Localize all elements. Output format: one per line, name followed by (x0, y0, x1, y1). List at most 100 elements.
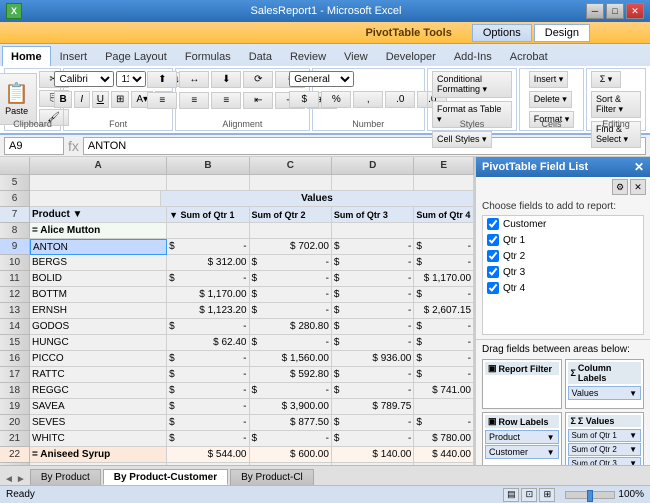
row-num-17[interactable]: 17 (0, 367, 30, 383)
cell-a17[interactable]: RATTC (30, 367, 167, 383)
cell-b6-values[interactable]: Values (161, 191, 474, 207)
cell-c14[interactable]: $ 280.80 (250, 319, 332, 335)
col-header-d[interactable]: D (332, 157, 414, 175)
pivot-field-qtr2-checkbox[interactable] (487, 250, 499, 262)
decrease-indent-button[interactable]: ⇤ (243, 92, 273, 109)
cell-e19[interactable] (414, 399, 474, 415)
cell-c7-qtr2[interactable]: Sum of Qtr 2 (250, 207, 332, 223)
cell-e16[interactable]: $- (414, 351, 474, 367)
row-num-20[interactable]: 20 (0, 415, 30, 431)
cell-a16[interactable]: PICCO (30, 351, 167, 367)
values-qtr3-dropdown[interactable]: ▼ (629, 459, 637, 465)
col-header-b[interactable]: B (167, 157, 249, 175)
zoom-slider-thumb[interactable] (587, 490, 593, 502)
cell-e22[interactable]: $ 440.00 (414, 447, 474, 463)
cell-e12[interactable]: $- (414, 287, 474, 303)
underline-button[interactable]: U (92, 91, 109, 108)
cell-d11[interactable]: $- (332, 271, 414, 287)
col-header-a[interactable]: A (30, 157, 167, 175)
row-product-dropdown[interactable]: ▼ (547, 433, 555, 442)
maximize-button[interactable]: □ (606, 3, 624, 19)
cell-e8[interactable] (414, 223, 474, 239)
cell-a23[interactable]: = Boston Crab Meat (30, 463, 167, 465)
increase-decimal-button[interactable]: .0 (385, 91, 415, 108)
pivot-tab-design[interactable]: Design (534, 24, 590, 42)
cell-b20[interactable]: $- (167, 415, 249, 431)
align-center-button[interactable]: ≡ (179, 92, 209, 109)
row-num-10[interactable]: 10 (0, 255, 30, 271)
row-num-8[interactable]: 8 (0, 223, 30, 239)
cell-e9[interactable]: $- (414, 239, 474, 255)
percent-button[interactable]: % (321, 91, 351, 108)
cell-d7-qtr3[interactable]: Sum of Qtr 3 (332, 207, 414, 223)
cell-d20[interactable]: $- (332, 415, 414, 431)
column-values-item[interactable]: Values ▼ (568, 386, 642, 400)
tab-home[interactable]: Home (2, 46, 51, 66)
cell-b21[interactable]: $- (167, 431, 249, 447)
cell-b7-qtr1[interactable]: ▼ Sum of Qtr 1 (167, 207, 249, 223)
orientation-button[interactable]: ⟳ (243, 71, 273, 88)
cell-b22[interactable]: $ 544.00 (167, 447, 249, 463)
sheet-tab-by-product[interactable]: By Product (30, 469, 101, 485)
cell-b9[interactable]: $- (167, 239, 249, 255)
cell-b8[interactable] (167, 223, 249, 239)
cell-styles-button[interactable]: Cell Styles ▾ (432, 131, 492, 148)
currency-button[interactable]: $ (289, 91, 319, 108)
cell-a13[interactable]: ERNSH (30, 303, 167, 319)
row-num-5[interactable]: 5 (0, 175, 30, 191)
cell-c12[interactable]: $- (250, 287, 332, 303)
pivot-field-customer[interactable]: Customer (483, 216, 643, 232)
row-customer-item[interactable]: Customer ▼ (485, 445, 559, 459)
cell-b19[interactable]: $- (167, 399, 249, 415)
cell-b14[interactable]: $- (167, 319, 249, 335)
cell-d19[interactable]: $ 789.75 (332, 399, 414, 415)
tab-page-layout[interactable]: Page Layout (96, 46, 176, 66)
select-all-button[interactable] (0, 157, 30, 175)
cell-e10[interactable]: $- (414, 255, 474, 271)
cell-b18[interactable]: $- (167, 383, 249, 399)
cell-a11[interactable]: BOLID (30, 271, 167, 287)
italic-button[interactable]: I (74, 91, 90, 108)
pivot-field-qtr4-checkbox[interactable] (487, 282, 499, 294)
row-num-12[interactable]: 12 (0, 287, 30, 303)
cell-b13[interactable]: $ 1,123.20 (167, 303, 249, 319)
cell-d22[interactable]: $ 140.00 (332, 447, 414, 463)
tab-review[interactable]: Review (281, 46, 335, 66)
cell-e18[interactable]: $ 741.00 (414, 383, 474, 399)
align-bottom-button[interactable]: ⬇ (211, 71, 241, 88)
pivot-row-labels-area[interactable]: ▣Row Labels Product ▼ Customer ▼ (482, 412, 562, 465)
cell-d16[interactable]: $ 936.00 (332, 351, 414, 367)
cell-e14[interactable]: $- (414, 319, 474, 335)
tab-formulas[interactable]: Formulas (176, 46, 240, 66)
cell-c17[interactable]: $ 592.80 (250, 367, 332, 383)
cell-a14[interactable]: GODOS (30, 319, 167, 335)
cell-c23[interactable]: $ 1,978.00 (250, 463, 332, 465)
cell-a15[interactable]: HUNGC (30, 335, 167, 351)
cell-b15[interactable]: $ 62.40 (167, 335, 249, 351)
sheet-tab-next-button[interactable]: ► (16, 474, 26, 485)
sheet-tab-by-product-customer[interactable]: By Product-Customer (103, 469, 228, 485)
zoom-slider[interactable] (565, 491, 615, 499)
cell-a20[interactable]: SEVES (30, 415, 167, 431)
cell-e20[interactable]: $- (414, 415, 474, 431)
cell-a7-product[interactable]: Product ▼ (30, 207, 167, 223)
align-left-button[interactable]: ≡ (147, 92, 177, 109)
row-num-6[interactable]: 6 (0, 191, 30, 207)
tab-data[interactable]: Data (240, 46, 281, 66)
cell-c15[interactable]: $- (250, 335, 332, 351)
row-num-15[interactable]: 15 (0, 335, 30, 351)
fill-button[interactable]: Sort & Filter ▾ (591, 91, 641, 118)
cell-e13[interactable]: $ 2,607.15 (414, 303, 474, 319)
row-num-13[interactable]: 13 (0, 303, 30, 319)
cell-d17[interactable]: $- (332, 367, 414, 383)
cell-e7-qtr4[interactable]: Sum of Qtr 4 (414, 207, 474, 223)
cell-b11[interactable]: $- (167, 271, 249, 287)
delete-cells-button[interactable]: Delete ▾ (529, 91, 572, 108)
cell-d8[interactable] (332, 223, 414, 239)
sheet-tab-prev-button[interactable]: ◄ (4, 474, 14, 485)
cell-a22[interactable]: = Aniseed Syrup (30, 447, 167, 463)
cell-e11[interactable]: $ 1,170.00 (414, 271, 474, 287)
border-button[interactable]: ⊞ (111, 91, 129, 108)
pivot-field-qtr3-checkbox[interactable] (487, 266, 499, 278)
pivot-field-qtr4[interactable]: Qtr 4 (483, 280, 643, 296)
